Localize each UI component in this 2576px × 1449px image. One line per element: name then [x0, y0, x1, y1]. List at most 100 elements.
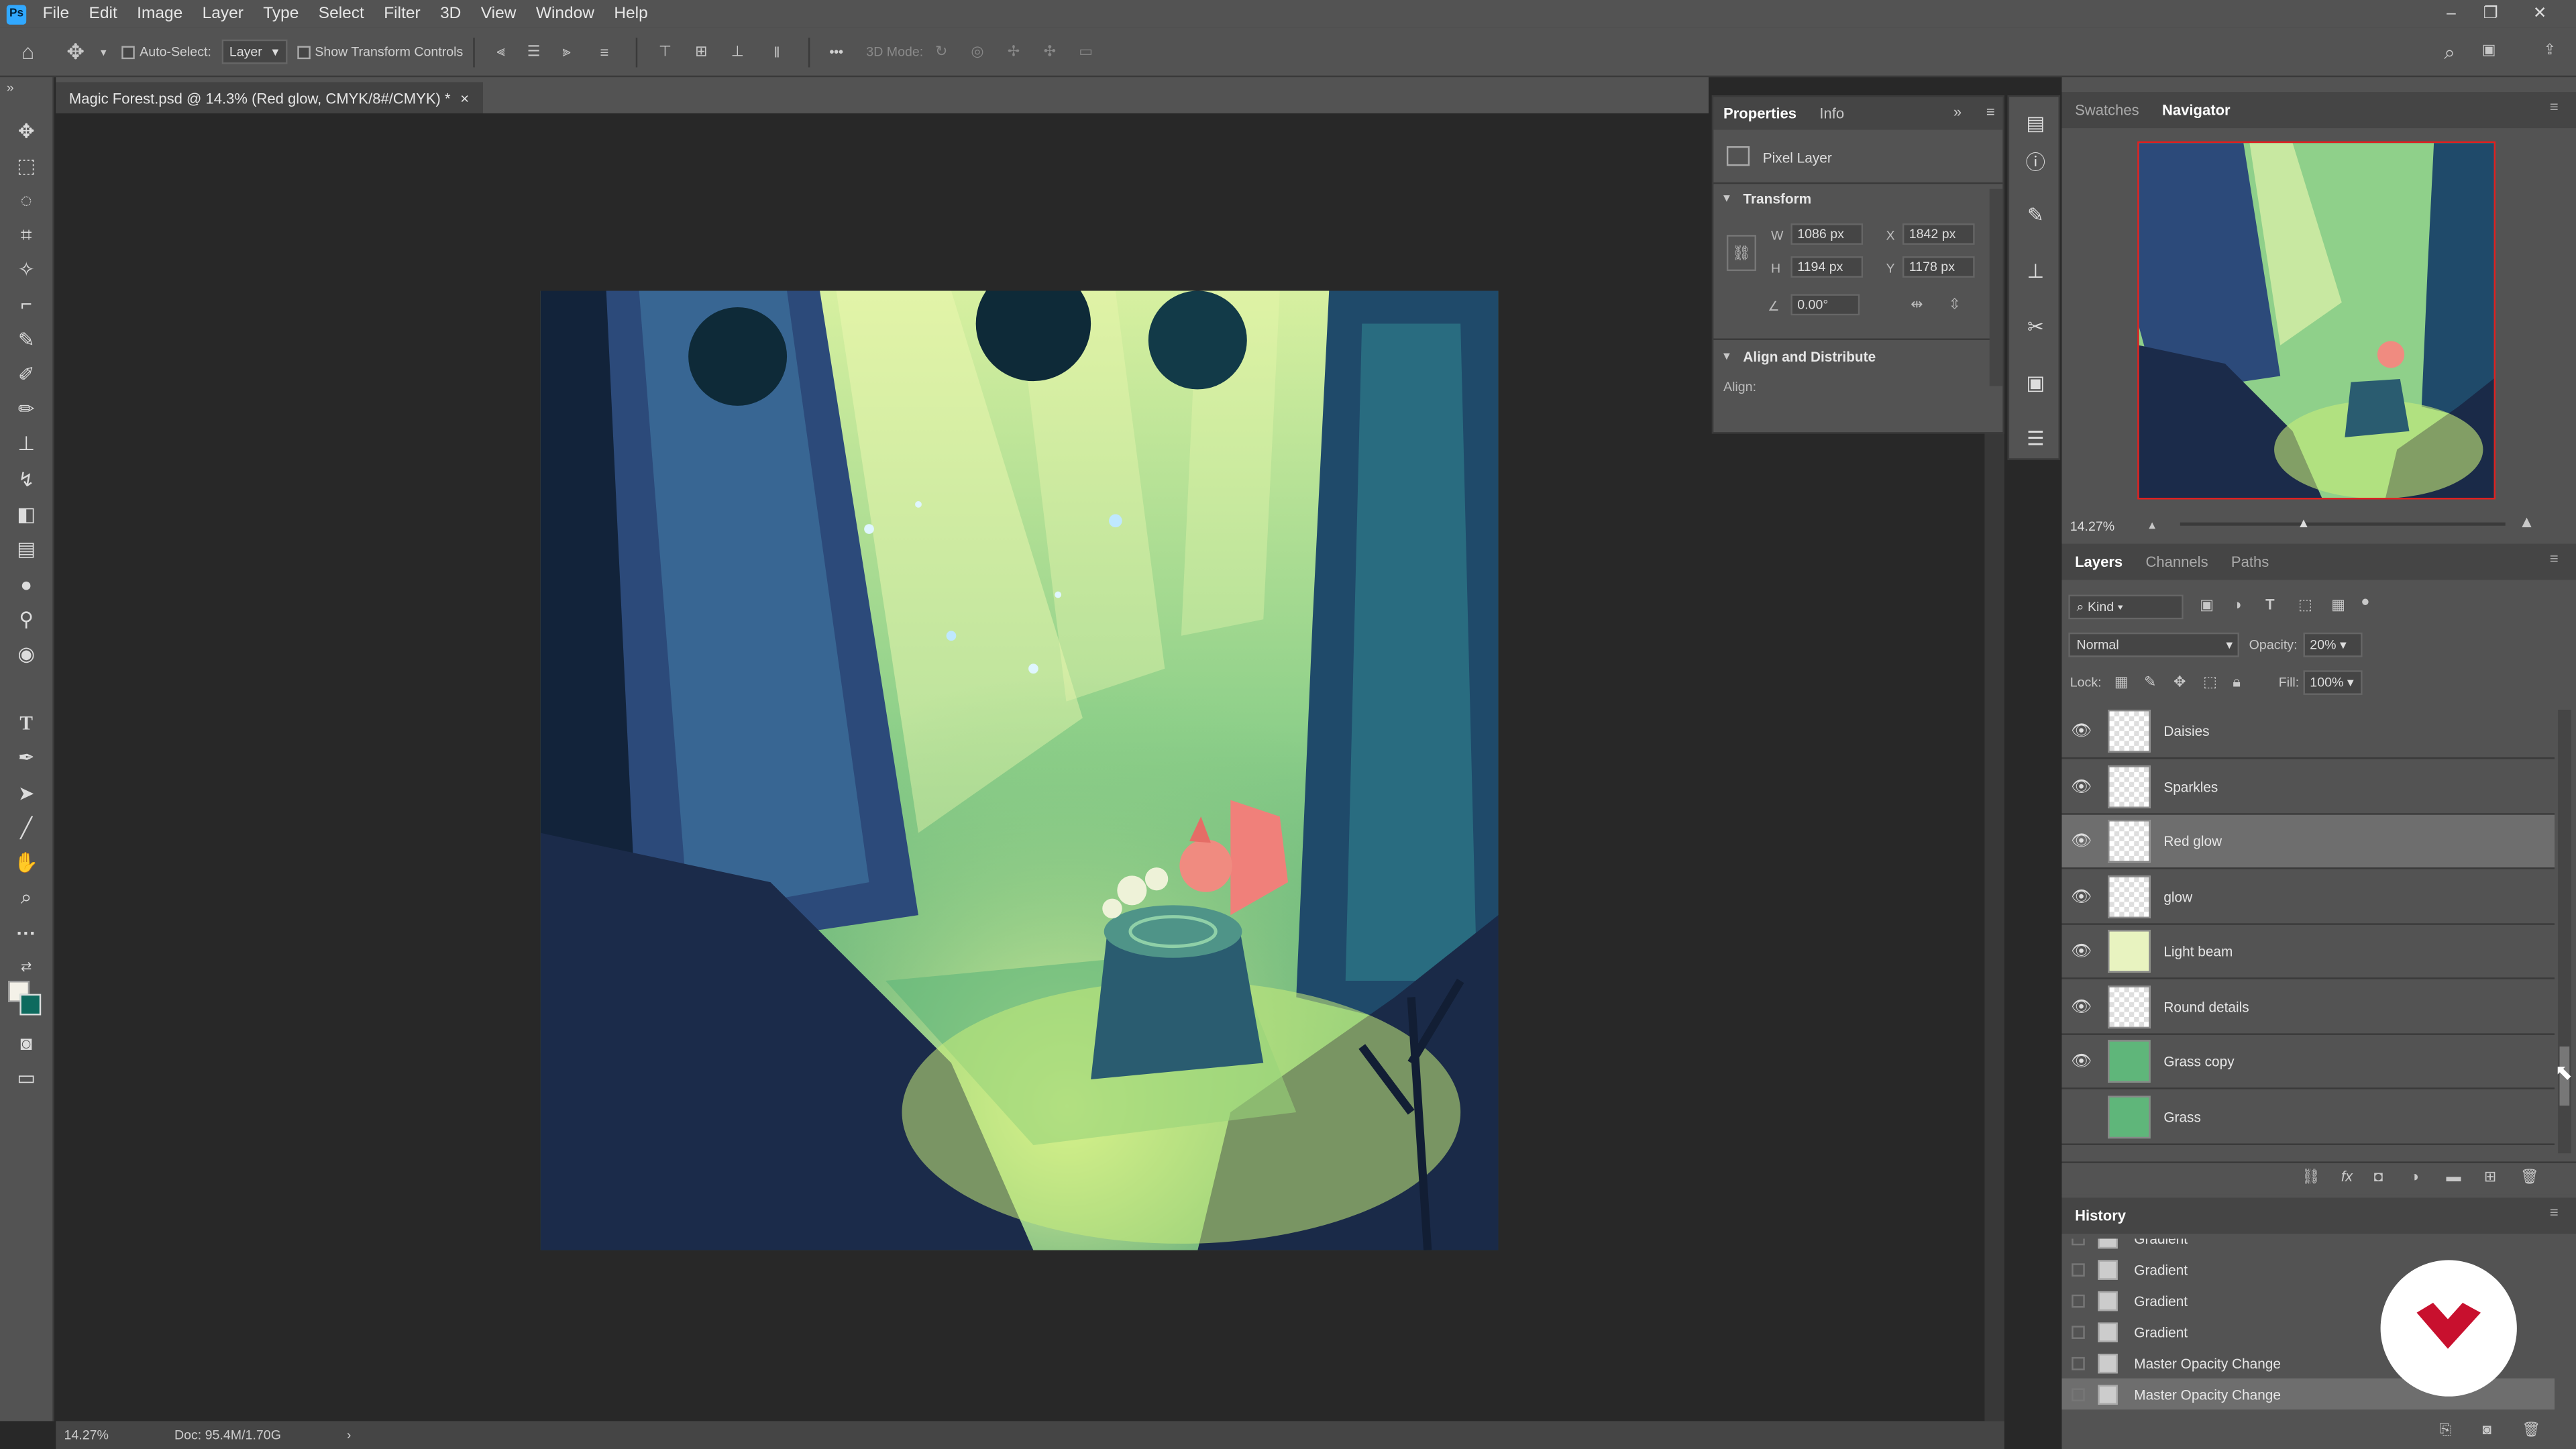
type-tool-icon[interactable]: T [10, 708, 43, 738]
restore-button[interactable]: ❐ [2471, 0, 2510, 28]
history-source-box[interactable] [2072, 1387, 2085, 1401]
layers-scrollbar[interactable] [2558, 709, 2571, 1154]
zoom-slider-thumb[interactable]: ▲ [2297, 517, 2310, 531]
panel-menu-icon[interactable]: ≡ [2550, 1204, 2559, 1220]
workspace-icon[interactable]: ▣ [2477, 41, 2500, 59]
menu-layer[interactable]: Layer [193, 0, 254, 28]
filter-type-icon[interactable]: T [2265, 596, 2274, 612]
show-transform-controls-checkbox[interactable]: Show Transform Controls [297, 44, 463, 59]
lock-all-icon[interactable]: 🔒︎ [2233, 674, 2241, 692]
tool-presets-icon[interactable]: ✂ [2023, 314, 2049, 340]
distribute-vertical-icon[interactable]: ‖ [755, 44, 798, 60]
adjustments-icon[interactable]: ☰ [2023, 425, 2049, 451]
libraries-icon[interactable]: ▣ [2023, 370, 2049, 396]
menu-file[interactable]: File [33, 0, 79, 28]
distribute-horizontal-icon[interactable]: ≡ [583, 44, 626, 60]
brush-settings-icon[interactable]: ✎ [2023, 202, 2049, 228]
fill-field[interactable]: 100% ▾ [2303, 670, 2363, 695]
layer-name[interactable]: Sparkles [2163, 779, 2218, 795]
more-options-button[interactable]: ••• [829, 44, 843, 59]
width-field[interactable]: 1086 px [1790, 223, 1864, 245]
link-icon[interactable]: ⛓ [1726, 235, 1756, 272]
healing-brush-tool-icon[interactable]: ✐ [10, 360, 43, 389]
visibility-eye-icon[interactable]: 👁︎ [2061, 778, 2101, 796]
visibility-eye-icon[interactable]: 👁︎ [2061, 943, 2101, 961]
height-field[interactable]: 1194 px [1790, 256, 1864, 278]
delete-state-icon[interactable]: 🗑︎ [2522, 1421, 2540, 1439]
line-tool-icon[interactable]: ╱ [10, 813, 43, 843]
lasso-tool-icon[interactable]: ◌ [10, 186, 43, 215]
history-source-box[interactable] [2072, 1356, 2085, 1370]
align-right-icon[interactable]: ⫸ [550, 43, 583, 61]
align-bottom-icon[interactable]: ⊥ [719, 43, 755, 61]
history-source-box[interactable] [2072, 1238, 2085, 1245]
document-canvas-image[interactable] [540, 290, 1499, 1250]
tab-channels[interactable]: Channels [2145, 553, 2208, 570]
dodge-tool-icon[interactable]: ⚲ [10, 604, 43, 634]
link-layers-icon[interactable]: ⛓ [2302, 1168, 2320, 1186]
new-document-from-state-icon[interactable]: ⎘ [2440, 1421, 2452, 1439]
quick-mask-icon[interactable]: ◙ [10, 1028, 43, 1058]
opacity-field[interactable]: 20% ▾ [2303, 632, 2363, 657]
3d-orbit-icon[interactable]: ↻ [923, 43, 959, 61]
visibility-eye-icon[interactable]: 👁︎ [2061, 998, 2101, 1016]
edit-toolbar-icon[interactable]: ··· [10, 918, 43, 948]
zoom-tool-icon[interactable]: ⌕ [10, 882, 43, 912]
checkbox-icon[interactable] [297, 45, 310, 58]
visibility-eye-icon[interactable]: 👁︎ [2061, 832, 2101, 850]
history-source-box[interactable] [2072, 1263, 2085, 1276]
filter-adjustment-icon[interactable]: ◑ [2233, 596, 2241, 612]
menu-type[interactable]: Type [254, 0, 309, 28]
layer-row[interactable]: 👁︎ Daisies [2061, 705, 2555, 759]
checkbox-icon[interactable] [121, 45, 135, 58]
layer-name[interactable]: Daisies [2163, 723, 2209, 739]
history-item[interactable]: Gradient [2061, 1238, 2555, 1254]
align-distribute-section-title[interactable]: Align and Distribute [1743, 348, 1876, 364]
layer-row-selected[interactable]: 👁︎ Red glow [2061, 814, 2555, 869]
visibility-eye-icon[interactable]: 👁︎ [2061, 888, 2101, 906]
transform-section-title[interactable]: Transform [1743, 191, 1811, 207]
angle-field[interactable]: 0.00° [1790, 294, 1860, 316]
move-tool-preset-icon[interactable]: ✥ [56, 39, 95, 65]
3d-camera-icon[interactable]: ▭ [1068, 43, 1104, 61]
layer-row[interactable]: Grass [2061, 1091, 2555, 1145]
align-center-icon[interactable]: ☰ [517, 43, 550, 61]
collapse-toolbar-icon[interactable]: » [7, 80, 14, 95]
flip-vertical-icon[interactable]: ⇳ [1949, 296, 1961, 314]
clone-stamp-tool-icon[interactable]: ⊥ [10, 429, 43, 458]
path-selection-tool-icon[interactable]: ➤ [10, 779, 43, 808]
screen-mode-icon[interactable]: ▭ [10, 1063, 43, 1093]
layer-filter-dropdown[interactable]: ⌕ Kind ▾ [2068, 594, 2184, 620]
layer-name[interactable]: Round details [2163, 999, 2249, 1015]
menu-filter[interactable]: Filter [374, 0, 431, 28]
align-middle-icon[interactable]: ⊞ [683, 43, 719, 61]
eyedropper-tool-icon[interactable]: ✎ [10, 325, 43, 355]
move-tool-icon[interactable]: ✥ [10, 117, 43, 146]
layer-row[interactable]: 👁︎ Sparkles [2061, 761, 2555, 815]
layer-name[interactable]: Red glow [2163, 833, 2222, 849]
new-layer-icon[interactable]: ⊞ [2484, 1168, 2496, 1186]
lock-position-icon[interactable]: ✥ [2174, 674, 2186, 692]
3d-roll-icon[interactable]: ◎ [959, 43, 996, 61]
auto-select-target-dropdown[interactable]: Layer ▾ [221, 39, 287, 64]
flip-horizontal-icon[interactable]: ⇹ [1911, 296, 1923, 314]
blur-tool-icon[interactable]: ● [10, 570, 43, 600]
add-mask-icon[interactable]: ◘ [2374, 1168, 2383, 1184]
layer-row[interactable]: 👁︎ Grass copy [2061, 1035, 2555, 1089]
menu-help[interactable]: Help [604, 0, 658, 28]
navigator-zoom-value[interactable]: 14.27% [2070, 519, 2114, 534]
panel-menu-icon[interactable]: ≡ [2550, 550, 2559, 566]
tab-swatches[interactable]: Swatches [2075, 102, 2139, 118]
layer-name[interactable]: Grass [2163, 1109, 2201, 1125]
sponge-tool-icon[interactable]: ◉ [10, 639, 43, 669]
tab-history[interactable]: History [2075, 1208, 2126, 1224]
filter-toggle-icon[interactable]: ● [2361, 593, 2369, 609]
marquee-tool-icon[interactable]: ⬚ [10, 151, 43, 180]
layer-row[interactable]: 👁︎ Round details [2061, 981, 2555, 1035]
lock-image-icon[interactable]: ✎ [2144, 674, 2156, 692]
menu-3d[interactable]: 3D [430, 0, 471, 28]
history-brush-tool-icon[interactable]: ↯ [10, 465, 43, 494]
pen-tool-icon[interactable]: ✒ [10, 743, 43, 772]
share-icon[interactable]: ⇪ [2538, 41, 2561, 59]
panel-menu-icon[interactable]: ≡ [2550, 99, 2559, 115]
